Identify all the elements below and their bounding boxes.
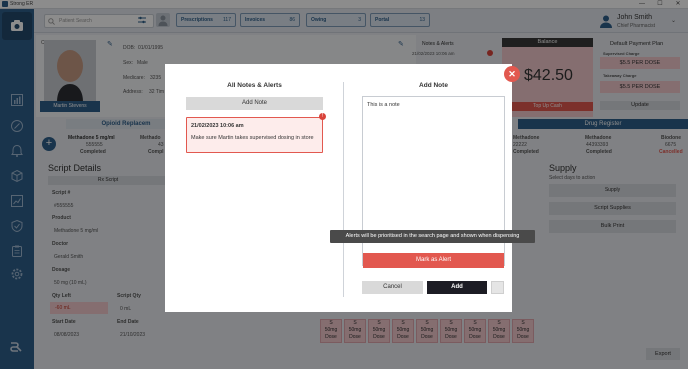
note-card[interactable]: 21/02/2023 10:06 am Make sure Martin tak… (186, 117, 323, 153)
note-text: Make sure Martin takes supervised dosing… (191, 135, 314, 141)
modal-divider (343, 82, 344, 297)
note-date: 21/02/2023 10:06 am (191, 123, 244, 129)
add-note-button[interactable]: Add Note (186, 97, 323, 110)
alert-tooltip: Alerts will be prioritised in the search… (330, 230, 535, 243)
extra-action-button[interactable] (491, 281, 504, 294)
all-notes-title: All Notes & Alerts (227, 82, 282, 89)
add-note-title: Add Note (419, 82, 448, 89)
alert-badge-icon: ! (319, 113, 326, 120)
cancel-button[interactable]: Cancel (362, 281, 423, 294)
note-textarea-value: This is a note (367, 102, 400, 108)
close-modal-icon[interactable]: ✕ (504, 66, 520, 82)
mark-as-alert-button[interactable]: Mark as Alert (363, 253, 504, 268)
add-button[interactable]: Add (427, 281, 487, 294)
